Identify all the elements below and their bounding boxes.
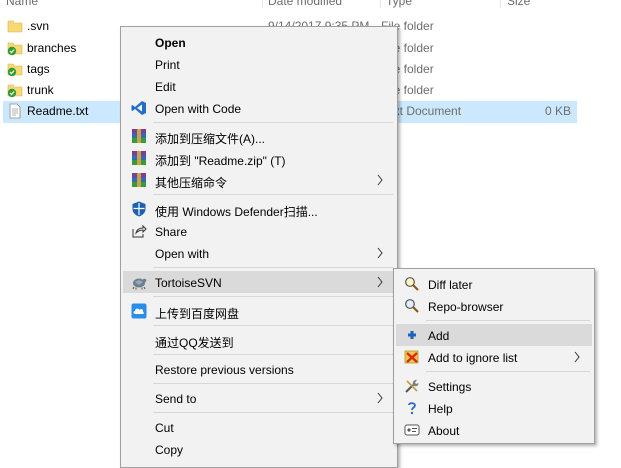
menu-separator: [426, 320, 590, 321]
submenu-item-label: Add: [428, 329, 450, 343]
tortoise-icon: [132, 278, 147, 290]
file-name: .svn: [27, 19, 50, 33]
menu-item-copy[interactable]: Copy: [123, 438, 395, 460]
menu-item-send-via-qq[interactable]: 通过QQ发送到: [123, 329, 395, 351]
menu-item-label: Copy: [155, 443, 184, 457]
tortoisesvn-submenu: Diff later Repo-browser Add Add to ignor…: [393, 268, 595, 444]
menu-item-label: Print: [155, 58, 180, 72]
chevron-right-icon: [377, 174, 383, 186]
menu-item-open-with-code[interactable]: Open with Code: [123, 97, 395, 119]
menu-item-label: Send to: [155, 392, 197, 406]
menu-item-label: Restore previous versions: [155, 363, 294, 377]
menu-item-send-to[interactable]: Send to: [123, 387, 395, 409]
file-name: Readme.txt: [27, 104, 89, 118]
repo-browser-icon: [405, 299, 419, 313]
share-icon: [132, 224, 147, 238]
menu-item-label: 使用 Windows Defender扫描...: [155, 205, 318, 219]
column-header: Name Date modified Type Size: [0, 0, 621, 8]
menu-separator: [153, 267, 393, 268]
settings-icon: [405, 379, 419, 393]
menu-item-open[interactable]: Open: [123, 31, 395, 53]
submenu-item-label: Repo-browser: [428, 300, 504, 314]
submenu-item-settings[interactable]: Settings: [396, 375, 592, 397]
submenu-item-diff-later[interactable]: Diff later: [396, 273, 592, 295]
menu-item-label: 其他压缩命令: [155, 176, 228, 190]
file-name: trunk: [27, 83, 54, 97]
folder-icon: [7, 20, 23, 33]
menu-separator: [153, 412, 393, 413]
menu-item-open-with[interactable]: Open with: [123, 242, 395, 264]
menu-item-label: Open with Code: [155, 102, 242, 116]
menu-separator: [153, 354, 393, 355]
submenu-item-label: Settings: [428, 380, 472, 394]
submenu-item-label: About: [428, 424, 460, 438]
column-name[interactable]: Name: [6, 0, 38, 8]
menu-item-label: TortoiseSVN: [155, 276, 222, 290]
menu-item-restore-previous-versions[interactable]: Restore previous versions: [123, 358, 395, 380]
menu-item-label: 添加到 "Readme.zip" (T): [155, 154, 286, 168]
winrar-icon: [132, 151, 146, 165]
menu-item-add-to-archive[interactable]: 添加到压缩文件(A)...: [123, 125, 395, 147]
submenu-item-label: Add to ignore list: [428, 351, 518, 365]
menu-item-label: Open with: [155, 247, 210, 261]
text-file-icon: [9, 103, 21, 119]
help-icon: [408, 402, 416, 415]
svn-folder-ok-icon: [7, 84, 23, 98]
svn-folder-ok-icon: [7, 42, 23, 56]
svn-folder-ok-icon: [7, 63, 23, 77]
submenu-item-add[interactable]: Add: [396, 324, 592, 346]
baidu-cloud-icon: [131, 303, 147, 319]
file-size: 0 KB: [544, 104, 571, 118]
menu-item-label: 添加到压缩文件(A)...: [155, 132, 265, 146]
menu-item-print[interactable]: Print: [123, 53, 395, 75]
menu-separator: [426, 371, 590, 372]
submenu-item-label: Help: [428, 402, 453, 416]
submenu-item-repo-browser[interactable]: Repo-browser: [396, 295, 592, 317]
submenu-item-about[interactable]: About: [396, 419, 592, 441]
winrar-icon: [132, 129, 146, 143]
context-menu: Open Print Edit Open with Code 添加到压缩文件(A…: [120, 26, 398, 468]
menu-item-edit[interactable]: Edit: [123, 75, 395, 97]
column-type[interactable]: Type: [386, 0, 412, 8]
submenu-item-help[interactable]: Help: [396, 397, 592, 419]
menu-item-label: Open: [155, 36, 186, 50]
menu-item-label: 上传到百度网盘: [155, 307, 240, 321]
about-icon: [404, 424, 420, 436]
file-name: tags: [27, 62, 50, 76]
add-icon: [408, 331, 416, 339]
menu-item-label: Share: [155, 225, 188, 239]
vscode-icon: [131, 101, 146, 115]
menu-item-cut[interactable]: Cut: [123, 416, 395, 438]
menu-separator: [153, 296, 393, 297]
submenu-item-add-to-ignore-list[interactable]: Add to ignore list: [396, 346, 592, 368]
diff-icon: [405, 277, 419, 291]
menu-item-defender-scan[interactable]: 使用 Windows Defender扫描...: [123, 198, 395, 220]
menu-separator: [153, 383, 393, 384]
chevron-right-icon: [574, 351, 580, 363]
menu-item-share[interactable]: Share: [123, 220, 395, 242]
menu-separator: [153, 325, 393, 326]
chevron-right-icon: [377, 276, 383, 288]
file-name: branches: [27, 41, 77, 55]
defender-icon: [132, 201, 146, 217]
menu-item-label: Edit: [155, 80, 176, 94]
menu-separator: [153, 194, 393, 195]
menu-item-tortoisesvn[interactable]: TortoiseSVN: [123, 271, 395, 293]
menu-item-add-to-readme-zip[interactable]: 添加到 "Readme.zip" (T): [123, 147, 395, 169]
chevron-right-icon: [377, 392, 383, 404]
menu-item-label: Cut: [155, 421, 174, 435]
winrar-icon: [132, 173, 146, 187]
submenu-item-label: Diff later: [428, 278, 473, 292]
chevron-right-icon: [377, 247, 383, 259]
column-date[interactable]: Date modified: [268, 0, 342, 8]
column-size[interactable]: Size: [507, 0, 530, 8]
menu-item-label: 通过QQ发送到: [155, 336, 234, 350]
ignore-icon: [404, 350, 419, 364]
menu-item-other-compress-commands[interactable]: 其他压缩命令: [123, 169, 395, 191]
menu-item-baidu-upload[interactable]: 上传到百度网盘: [123, 300, 395, 322]
menu-separator: [153, 122, 393, 123]
